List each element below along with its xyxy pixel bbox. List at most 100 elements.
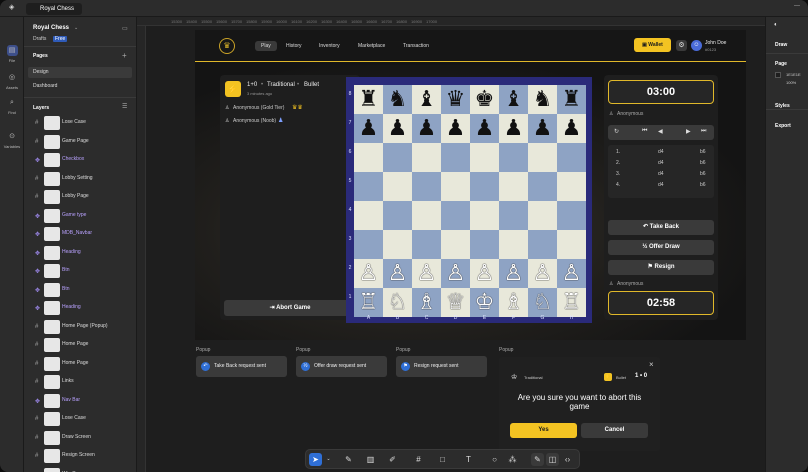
take-back-toast[interactable]: ↶ Take Back request sent bbox=[196, 356, 287, 377]
white-piece[interactable]: ♙ bbox=[499, 259, 528, 288]
figma-logo-icon[interactable]: ◈ bbox=[9, 3, 14, 11]
marker-tool-icon[interactable]: ▥ bbox=[364, 453, 377, 466]
white-piece[interactable]: ♘ bbox=[383, 288, 412, 317]
board-square[interactable] bbox=[383, 201, 412, 230]
page-color-swatch[interactable] bbox=[775, 72, 781, 78]
layer-item[interactable]: # Links bbox=[24, 373, 136, 391]
avatar-badge[interactable]: ◐ bbox=[774, 22, 778, 28]
black-piece[interactable]: ♜ bbox=[557, 85, 586, 114]
board-square[interactable] bbox=[557, 230, 586, 259]
board-square[interactable] bbox=[383, 143, 412, 172]
white-piece[interactable]: ♔ bbox=[470, 288, 499, 317]
layer-item[interactable]: ✥ Heading bbox=[24, 244, 136, 262]
board-square[interactable] bbox=[441, 172, 470, 201]
layer-item[interactable]: ✥ MDB_Navbar bbox=[24, 225, 136, 243]
layer-item[interactable]: ✥ Game type bbox=[24, 207, 136, 225]
export-title[interactable]: Export bbox=[775, 123, 791, 129]
take-back-button[interactable]: ↶ Take Back bbox=[608, 220, 714, 235]
layer-item[interactable]: # Draw Screen bbox=[24, 429, 136, 447]
resign-button[interactable]: ⚑ Resign bbox=[608, 260, 714, 275]
board-square[interactable] bbox=[470, 230, 499, 259]
board-square[interactable] bbox=[354, 230, 383, 259]
layer-item[interactable]: ✥ Btn bbox=[24, 262, 136, 280]
board-square[interactable] bbox=[499, 172, 528, 201]
board-square[interactable] bbox=[354, 143, 383, 172]
board-square[interactable] bbox=[557, 172, 586, 201]
board-square[interactable] bbox=[499, 143, 528, 172]
prev-move-icon[interactable]: ◀ bbox=[658, 128, 663, 135]
black-piece[interactable]: ♝ bbox=[499, 85, 528, 114]
chess-board[interactable]: ♜ ♞ ♝ ♛ ♚ ♝ ♞ ♜ 8 ♟ ♟ ♟ ♟ ♟ ♟ ♟ ♟ 7 6 5 4 3 ♙ ♙ ♙ ♙ ♙ ♙ ♙ ♙ 2 ♖ ♘ ♗ ♕ ♔ ♗ ♘ ♖ 1… bbox=[346, 77, 592, 323]
minimize-icon[interactable]: — bbox=[794, 3, 800, 9]
black-piece[interactable]: ♟ bbox=[441, 114, 470, 143]
rail-variables[interactable]: ⊙ Variables bbox=[0, 131, 24, 149]
rail-file[interactable]: ▤ File bbox=[0, 45, 24, 63]
board-square[interactable] bbox=[412, 172, 441, 201]
close-icon[interactable]: × bbox=[649, 360, 654, 369]
drafts-label[interactable]: Drafts bbox=[33, 36, 46, 42]
first-move-icon[interactable]: ⏮ bbox=[642, 128, 647, 135]
board-square[interactable] bbox=[441, 143, 470, 172]
actions-tool-icon[interactable]: ⁂ bbox=[506, 453, 519, 466]
design-mode-icon[interactable]: ◫ bbox=[546, 453, 559, 466]
wallet-button[interactable]: ▣ Wallet bbox=[634, 38, 671, 52]
board-square[interactable] bbox=[354, 172, 383, 201]
nav-marketplace[interactable]: Marketplace bbox=[358, 41, 385, 51]
black-piece[interactable]: ♟ bbox=[470, 114, 499, 143]
white-piece[interactable]: ♖ bbox=[557, 288, 586, 317]
white-piece[interactable]: ♙ bbox=[412, 259, 441, 288]
styles-title[interactable]: Styles bbox=[775, 103, 790, 109]
board-square[interactable] bbox=[470, 201, 499, 230]
shape-tool-icon[interactable]: □ bbox=[436, 453, 449, 466]
board-square[interactable] bbox=[470, 143, 499, 172]
draw-mode-icon[interactable]: ✎ bbox=[531, 453, 544, 466]
board-square[interactable] bbox=[354, 201, 383, 230]
black-piece[interactable]: ♟ bbox=[557, 114, 586, 143]
board-square[interactable] bbox=[470, 172, 499, 201]
black-piece[interactable]: ♞ bbox=[528, 85, 557, 114]
page-color-value[interactable]: 1E1E1E bbox=[786, 72, 801, 77]
layer-item[interactable]: #Win Case bbox=[24, 466, 136, 472]
logo-icon[interactable]: ♛ bbox=[219, 38, 235, 54]
white-piece[interactable]: ♙ bbox=[441, 259, 470, 288]
nav-transaction[interactable]: Transaction bbox=[403, 41, 429, 51]
layer-item[interactable]: ✥ Nav Bar bbox=[24, 392, 136, 410]
move-row[interactable]: 1. d4 b6 bbox=[608, 149, 714, 158]
black-piece[interactable]: ♟ bbox=[499, 114, 528, 143]
page-item-dashboard[interactable]: Dashboard bbox=[28, 81, 132, 92]
board-square[interactable] bbox=[528, 230, 557, 259]
board-square[interactable] bbox=[557, 201, 586, 230]
board-square[interactable] bbox=[499, 201, 528, 230]
nav-inventory[interactable]: Inventory bbox=[319, 41, 340, 51]
dev-mode-icon[interactable]: ‹› bbox=[561, 453, 574, 466]
layer-item[interactable]: ✥ Heading bbox=[24, 299, 136, 317]
layer-item[interactable]: # Home Page bbox=[24, 336, 136, 354]
layer-item[interactable]: # Home Page (Popup) bbox=[24, 318, 136, 336]
rail-find[interactable]: ⌕ Find bbox=[0, 97, 24, 115]
board-square[interactable] bbox=[412, 230, 441, 259]
board-square[interactable] bbox=[412, 201, 441, 230]
last-move-icon[interactable]: ⏭ bbox=[701, 128, 706, 135]
chevron-down-icon[interactable]: ⌄ bbox=[74, 25, 78, 31]
white-piece[interactable]: ♕ bbox=[441, 288, 470, 317]
board-square[interactable] bbox=[412, 143, 441, 172]
add-page-icon[interactable]: + bbox=[122, 51, 127, 60]
nav-play[interactable]: Play bbox=[255, 41, 277, 51]
move-tool-icon[interactable]: ➤ bbox=[309, 453, 322, 466]
gear-icon[interactable]: ⚙ bbox=[676, 40, 687, 51]
black-piece[interactable]: ♚ bbox=[470, 85, 499, 114]
text-tool-icon[interactable]: T bbox=[462, 453, 475, 466]
refresh-icon[interactable]: ↻ bbox=[614, 128, 619, 135]
board-square[interactable] bbox=[441, 230, 470, 259]
board-square[interactable] bbox=[528, 172, 557, 201]
pencil-tool-icon[interactable]: ✐ bbox=[386, 453, 399, 466]
avatar[interactable]: ☺ bbox=[691, 40, 702, 51]
board-square[interactable] bbox=[383, 230, 412, 259]
layer-item[interactable]: # Lose Case bbox=[24, 114, 136, 132]
white-piece[interactable]: ♙ bbox=[557, 259, 586, 288]
resign-toast[interactable]: ⚑ Resign request sent bbox=[396, 356, 487, 377]
move-row[interactable]: 2. d4 b6 bbox=[608, 160, 714, 169]
game-page-frame[interactable]: ♛ Play History Inventory Marketplace Tra… bbox=[195, 30, 746, 340]
white-piece[interactable]: ♙ bbox=[528, 259, 557, 288]
layer-item[interactable]: # Lose Case bbox=[24, 410, 136, 428]
